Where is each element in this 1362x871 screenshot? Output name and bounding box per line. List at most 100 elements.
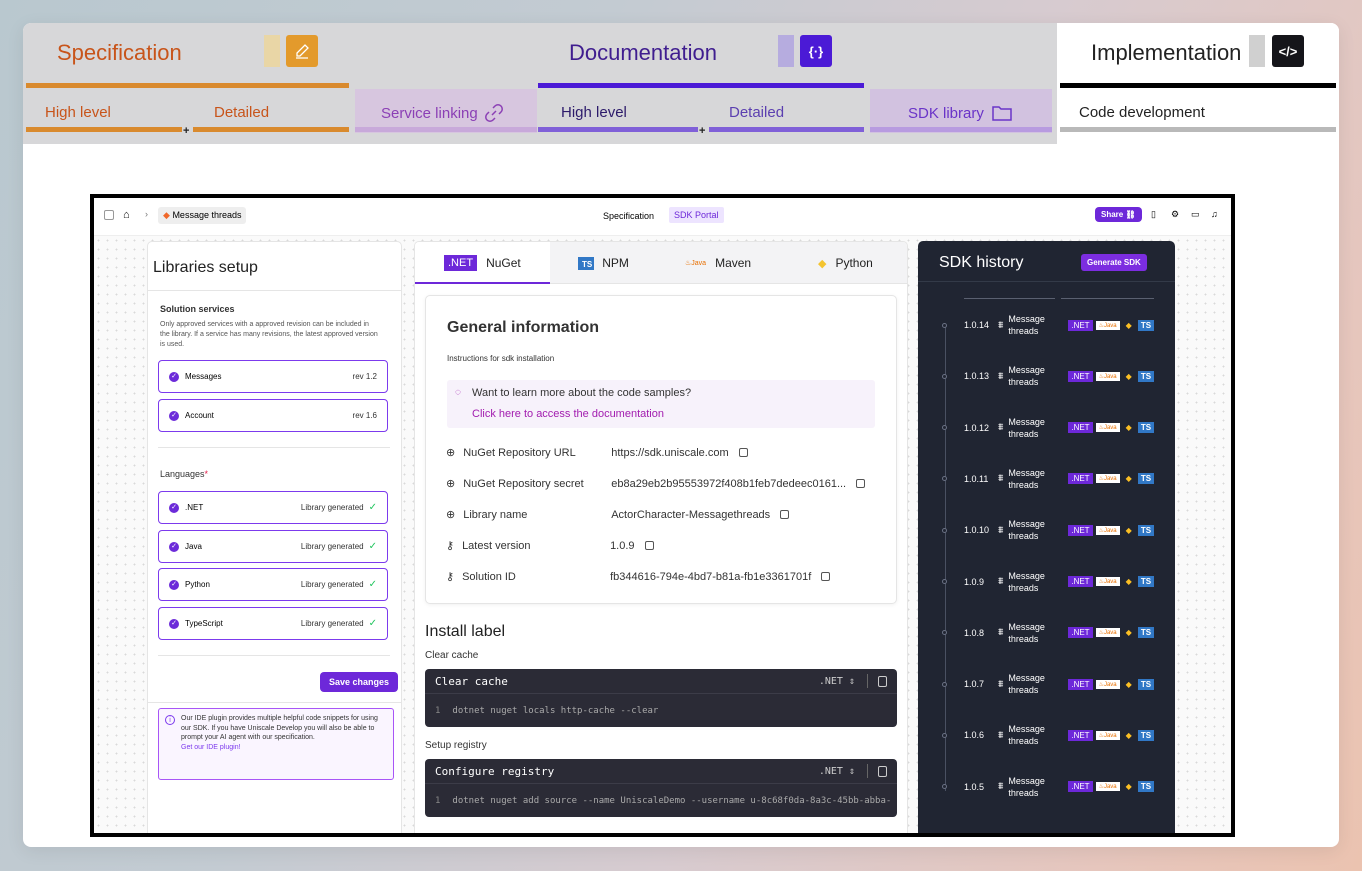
copy-icon[interactable]	[856, 479, 866, 488]
sdk-history-name: Message threads	[1008, 314, 1045, 336]
copy-icon[interactable]	[644, 541, 654, 550]
java-badge: ♨Java	[1095, 525, 1120, 535]
globe-icon: ⊕	[446, 509, 456, 521]
documentation-link[interactable]: Click here to access the documentation	[472, 408, 664, 420]
copy-icon[interactable]	[780, 510, 790, 519]
tab-label: Maven	[715, 256, 752, 270]
tab-specification[interactable]: Specification	[603, 211, 654, 221]
save-changes-button[interactable]: Save changes	[320, 672, 399, 692]
dotnet-badge: .NET	[1068, 781, 1093, 793]
language-select[interactable]: .NET ⇕	[819, 766, 855, 777]
field-solution-id: ⚷ Solution ID fb344616-794e-4bd7-b81a-fb1e…	[446, 570, 831, 583]
language-java[interactable]: ✓ Java Library generated ✓	[158, 530, 388, 563]
services-description: Only approved services with a approved r…	[160, 321, 378, 348]
breadcrumb[interactable]: ◆ Message threads	[158, 207, 247, 224]
bell-icon[interactable]: ♫	[1211, 209, 1218, 219]
learn-more-callout: ◌ Want to learn more about the code samp…	[447, 380, 875, 428]
sdk-version: 1.0.7	[964, 679, 985, 690]
comment-icon[interactable]: ▭	[1191, 209, 1200, 220]
copy-icon[interactable]	[821, 572, 831, 581]
pencil-icon	[286, 35, 318, 67]
spec-high-level[interactable]: High level	[45, 104, 111, 121]
service-messages[interactable]: ✓ Messages rev 1.2	[158, 360, 388, 393]
language-name: TypeScript	[185, 619, 223, 628]
structure-icon: ⩩	[998, 319, 1004, 331]
required-mark: *	[204, 469, 209, 479]
language-python[interactable]: ✓ Python Library generated ✓	[158, 568, 388, 601]
sdk-history-item[interactable]: 1.0.9 ⩩ Message threads .NET ♨Java ◆ TS	[942, 567, 1162, 597]
copy-icon[interactable]	[738, 448, 748, 457]
sdk-history-item[interactable]: 1.0.5 ⩩ Message threads .NET ♨Java ◆ TS	[942, 772, 1162, 802]
tab-label: NuGet	[486, 256, 521, 270]
tab-maven[interactable]: ♨Java Maven	[685, 242, 751, 284]
dotnet-badge: .NET	[1068, 370, 1093, 382]
language-dotnet[interactable]: ✓ .NET Library generated ✓	[158, 491, 388, 524]
clipboard-icon[interactable]	[878, 675, 887, 687]
language-select[interactable]: .NET ⇕	[819, 676, 855, 687]
home-icon[interactable]: ⌂	[123, 209, 130, 221]
sdk-library-label[interactable]: SDK library	[908, 104, 1013, 122]
sdk-history-item[interactable]: 1.0.6 ⩩ Message threads .NET ♨Java ◆ TS	[942, 720, 1162, 750]
field-library-name: ⊕ Library name ActorCharacter-Messagethrea…	[446, 508, 790, 521]
java-badge: ♨Java	[1095, 782, 1120, 792]
structure-icon: ⩩	[998, 422, 1004, 434]
python-icon: ◆	[1125, 371, 1132, 381]
sdk-history-item[interactable]: 1.0.13 ⩩ Message threads .NET ♨Java ◆ TS	[942, 361, 1162, 391]
check-icon: ✓	[169, 502, 179, 513]
gear-icon[interactable]: ⚙	[1171, 209, 1179, 220]
doc-detailed[interactable]: Detailed	[729, 104, 784, 121]
doc-detailed-bar	[709, 127, 864, 132]
java-label: Java	[1103, 373, 1117, 380]
code-header: Clear cache	[435, 674, 508, 688]
spec-detailed-bar	[193, 127, 349, 132]
clipboard-icon[interactable]	[878, 765, 887, 777]
sdk-history-item[interactable]: 1.0.10 ⩩ Message threads .NET ♨Java ◆ TS	[942, 515, 1162, 545]
sdk-history-item[interactable]: 1.0.11 ⩩ Message threads .NET ♨Java ◆ TS	[942, 464, 1162, 494]
doc-high-level[interactable]: High level	[561, 104, 627, 121]
tab-npm[interactable]: TS NPM	[578, 242, 629, 284]
sdk-version: 1.0.9	[964, 576, 985, 587]
language-name: .NET	[185, 503, 204, 512]
field-value: https://sdk.uniscale.com	[611, 446, 729, 459]
dotnet-badge: .NET	[1068, 627, 1093, 639]
code-command: dotnet nuget locals http-cache --clear	[452, 705, 659, 716]
general-info-card: General information Instructions for sdk…	[425, 295, 897, 604]
stage-implementation-title[interactable]: Implementation	[1091, 40, 1241, 66]
book-icon[interactable]: ▯	[1151, 209, 1156, 220]
stage-documentation-title[interactable]: Documentation	[569, 40, 717, 66]
tab-python[interactable]: ◆ Python	[818, 242, 873, 284]
divider	[867, 764, 868, 778]
language-status: Library generated	[300, 580, 364, 589]
tab-sdk-portal[interactable]: SDK Portal	[669, 207, 724, 223]
language-badges: .NET ♨Java ◆ TS	[1068, 319, 1157, 331]
timeline-dot	[942, 527, 947, 533]
panel-toggle-icon[interactable]	[104, 210, 114, 220]
sdk-history-item[interactable]: 1.0.7 ⩩ Message threads .NET ♨Java ◆ TS	[942, 669, 1162, 699]
structure-icon: ⩩	[998, 729, 1004, 741]
sdk-history-name: Message threads	[1008, 467, 1045, 490]
code-block-configure-registry: Configure registry .NET ⇕ 1 dotnet nuget a…	[425, 759, 897, 817]
service-linking-label[interactable]: Service linking	[381, 104, 503, 122]
java-label: Java	[1103, 425, 1117, 432]
java-icon: ♨Java	[685, 260, 707, 267]
stage-specification-title[interactable]: Specification	[57, 40, 182, 66]
python-icon: ◆	[1125, 730, 1132, 740]
code-header: Configure registry	[435, 764, 555, 778]
typescript-badge: TS	[1137, 576, 1155, 587]
doc-progress-bar	[538, 83, 864, 88]
share-button[interactable]: Share ⛓	[1095, 207, 1142, 222]
generate-sdk-button[interactable]: Generate SDK	[1081, 254, 1147, 271]
service-account[interactable]: ✓ Account rev 1.6	[158, 399, 388, 432]
language-typescript[interactable]: ✓ TypeScript Library generated ✓	[158, 607, 388, 640]
impl-code-development[interactable]: Code development	[1079, 104, 1205, 121]
spec-detailed[interactable]: Detailed	[214, 104, 269, 121]
timeline-dot	[942, 784, 947, 790]
sdk-library-text: SDK library	[908, 104, 984, 122]
languages-heading: Languages*	[160, 469, 208, 479]
sdk-history-item[interactable]: 1.0.14 ⩩ Message threads .NET ♨Java ◆ TS	[942, 310, 1162, 340]
language-badges: .NET ♨Java ◆ TS	[1068, 370, 1157, 382]
sdk-history-item[interactable]: 1.0.8 ⩩ Message threads .NET ♨Java ◆ TS	[942, 618, 1162, 648]
sdk-history-item[interactable]: 1.0.12 ⩩ Message threads .NET ♨Java ◆ TS	[942, 413, 1162, 443]
plugin-link[interactable]: Get our IDE plugin!	[181, 744, 241, 751]
tab-nuget[interactable]: .NET NuGet	[444, 242, 521, 284]
